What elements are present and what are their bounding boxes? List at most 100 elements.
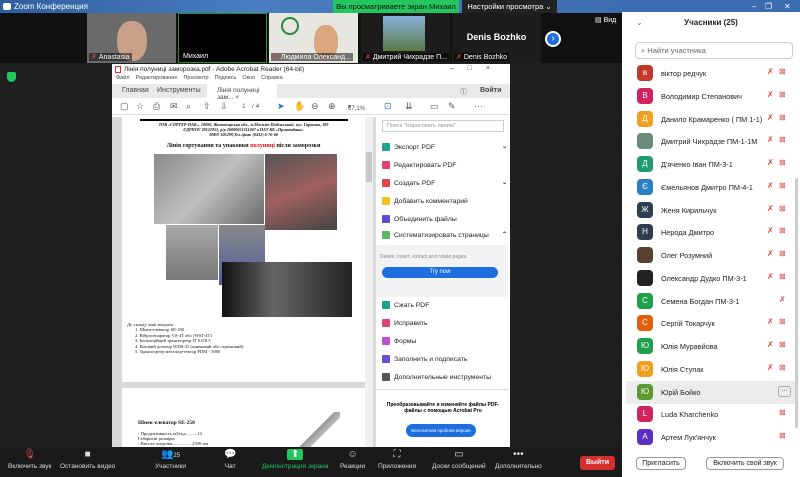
print-icon[interactable]: ⎙ (153, 101, 160, 112)
participant-row[interactable]: Є Ємельянов Дмитро ПМ-4-1 ✗ ⊠ (626, 176, 796, 199)
toolbar-button-4[interactable]: ⬆ Демонстрация экрана (262, 449, 328, 470)
tool-add-comment[interactable]: Добавить комментарий (382, 197, 468, 205)
video-tile[interactable]: ✗ Людмила Олександ... (269, 13, 358, 63)
search-icon[interactable]: ⌕ (186, 101, 191, 112)
zoom-select[interactable]: 67,1% ▾ (348, 103, 365, 112)
page-number-input[interactable]: 1 (242, 103, 246, 110)
minimize-icon[interactable]: – (752, 2, 756, 11)
toolbar-button-2[interactable]: 👥25 Участники (155, 449, 186, 470)
bookmark-star-icon[interactable]: ☆ (136, 101, 144, 112)
participant-row[interactable]: В Володимир Степанович ✗ ⊠ (626, 85, 796, 108)
photo (222, 262, 352, 317)
page-down-icon[interactable]: ⇩ (220, 101, 228, 112)
muted-mic-icon: ✗ (767, 317, 774, 327)
tools-search-input[interactable]: Поиск "Нарисовать линию" (382, 120, 504, 132)
page-up-icon[interactable]: ⇧ (203, 101, 211, 112)
video-tile[interactable]: ✗ Дмитрий Чихрадзе П... (361, 13, 450, 63)
tool-more-tools[interactable]: Дополнительные инструменты (382, 373, 491, 381)
menu-sign[interactable]: Подпись (215, 75, 237, 81)
video-off-icon: ⊠ (779, 89, 786, 99)
participant-row[interactable]: А Артем Лук'янчук ⊠ (626, 426, 796, 449)
view-button[interactable]: ▤ Вид (595, 16, 616, 24)
leave-button[interactable]: Выйти (580, 456, 615, 470)
comment-icon[interactable]: ▭ (430, 101, 439, 112)
more-options-icon[interactable]: ··· (778, 385, 791, 397)
promo-box: Delete, insert, extract and rotate pages… (376, 245, 508, 297)
participants-header: Учасники (25) (684, 18, 738, 27)
save-icon[interactable]: ▢ (120, 101, 129, 112)
select-cursor-icon[interactable]: ➤ (277, 101, 285, 112)
participant-row[interactable]: Д Данило Крамаренко ( ПМ 1-1) ✗ ⊠ (626, 108, 796, 131)
tool-combine-files[interactable]: Объединить файлы (382, 215, 457, 223)
participant-row[interactable]: С Сергій Токарчук ✗ ⊠ (626, 312, 796, 335)
more-icon[interactable]: ··· (474, 101, 483, 111)
video-tile[interactable]: Denis Bozhko ✗ Denis Bozhko (452, 13, 541, 63)
maximize-icon[interactable]: ❐ (765, 2, 772, 11)
participants-scrollbar[interactable] (795, 178, 798, 428)
menu-help[interactable]: Справка (261, 75, 283, 81)
sign-in-button[interactable]: Войти (480, 87, 501, 94)
next-page-arrow-icon[interactable]: › (545, 31, 561, 47)
chevron-up-icon: ⌃ (502, 232, 508, 238)
document-scrollbar[interactable] (365, 117, 373, 447)
tab-tools[interactable]: Инструменты (157, 87, 201, 94)
video-tile[interactable]: ✗ Anastasia (87, 13, 176, 63)
toolbar-button-7[interactable]: ▭ Доски сообщений (432, 449, 486, 470)
toolbar-button-0[interactable]: 🎙 Включить звук (8, 449, 51, 470)
tool-organize-pages[interactable]: Систематизировать страницы ⌃ (382, 231, 507, 239)
try-now-button[interactable]: Try now (382, 267, 498, 278)
participant-row[interactable]: Д Д'яченко Іван ПМ-3-1 ✗ ⊠ (626, 153, 796, 176)
email-icon[interactable]: ✉ (170, 101, 178, 112)
tool-fill-sign[interactable]: Заполнить и подписать (382, 355, 467, 363)
tool-edit-pdf[interactable]: Редактировать PDF (382, 161, 456, 169)
acrobat-window: Лінія полуниці заморозка.pdf - Adobe Acr… (112, 64, 510, 447)
menu-file[interactable]: Файл (116, 75, 130, 81)
tool-export-pdf[interactable]: Экспорт PDF ⌄ (382, 143, 507, 151)
help-icon[interactable]: ⓘ (460, 87, 467, 97)
toolbar-button-6[interactable]: ⛶ Приложения (378, 449, 416, 470)
video-off-icon: ⊠ (779, 180, 786, 190)
pen-icon[interactable]: ✎ (448, 101, 456, 112)
hand-icon[interactable]: ✋ (294, 101, 305, 112)
menu-view[interactable]: Просмотр (183, 75, 208, 81)
photo (265, 154, 337, 230)
participant-row[interactable]: С Семена Богдан ПМ-3-1 ✗ (626, 290, 796, 313)
toolbar-button-3[interactable]: 💬 Чат (224, 449, 236, 470)
video-tile-active[interactable]: Михаил (178, 13, 267, 63)
close-icon[interactable]: ✕ (784, 2, 791, 11)
participant-row[interactable]: Дмитрий Чихрадзе ПМ-1-1М ✗ ⊠ (626, 130, 796, 153)
view-settings-button[interactable]: Настройки просмотра ⌄ (462, 0, 557, 13)
tab-home[interactable]: Главная (122, 87, 149, 94)
participant-search-input[interactable]: ⌕ Найти участника (635, 42, 793, 59)
participant-row[interactable]: Ю Юлія Ступак ✗ ⊠ (626, 358, 796, 381)
participant-row[interactable]: L Luda Kharchenko ⊠ (626, 403, 796, 426)
menu-edit[interactable]: Редактирование (136, 75, 178, 81)
fit-page-icon[interactable]: ⊡ (384, 101, 392, 112)
participant-row[interactable]: Олег Розумний ✗ ⊠ (626, 244, 796, 267)
participant-row[interactable]: Ж Женя Кирильчук ✗ ⊠ (626, 199, 796, 222)
free-trial-button[interactable]: Бесплатная пробная версия (406, 424, 476, 437)
tool-compress-pdf[interactable]: Сжать PDF (382, 301, 429, 309)
participant-row[interactable]: Олександр Дудко ПМ-3-1 ✗ ⊠ (626, 267, 796, 290)
window-controls[interactable]: –□× (450, 65, 504, 72)
toolbar-button-5[interactable]: ☺ Реакции (340, 449, 365, 470)
tab-document[interactable]: Лінія полуниці зам... × (207, 84, 277, 101)
participant-row[interactable]: Ю Юлія Муравйова ✗ ⊠ (626, 335, 796, 358)
tool-fix[interactable]: Исправить (382, 319, 428, 327)
participant-row[interactable]: в віктор редчук ✗ ⊠ (626, 62, 796, 85)
toolbar-button-1[interactable]: ■ Остановить видео (60, 449, 115, 470)
toolbar-button-8[interactable]: ••• Дополнительно (495, 449, 542, 470)
participant-name: Ємельянов Дмитро ПМ-4-1 (661, 182, 753, 192)
participant-row[interactable]: Ю Юрій Бойко ··· (626, 380, 796, 404)
participant-row[interactable]: Н Нерода Дмитро ✗ ⊠ (626, 221, 796, 244)
muted-mic-icon: ✗ (767, 203, 774, 213)
avatar: Є (637, 178, 653, 195)
zoom-in-icon[interactable]: ⊕ (328, 101, 336, 112)
menu-window[interactable]: Окно (242, 75, 255, 81)
tool-create-pdf[interactable]: Создать PDF ⌄ (382, 179, 507, 187)
unmute-self-button[interactable]: Включить свой звук (706, 457, 784, 470)
zoom-out-icon[interactable]: ⊖ (311, 101, 319, 112)
tool-forms[interactable]: Формы (382, 337, 416, 345)
invite-button[interactable]: Пригласить (636, 457, 686, 470)
scroll-mode-icon[interactable]: ⇊ (405, 101, 413, 112)
